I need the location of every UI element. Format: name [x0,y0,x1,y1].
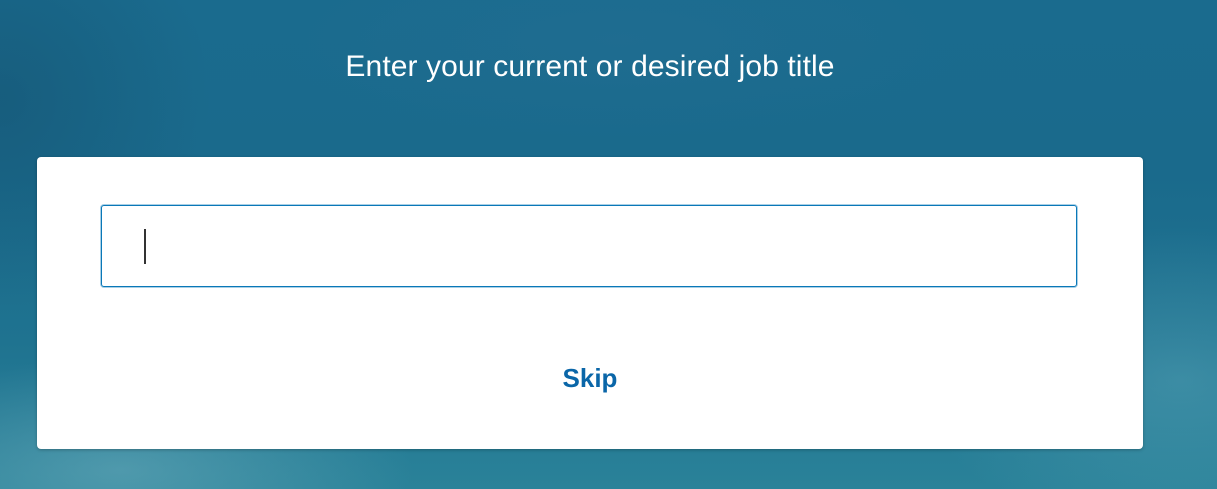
page-headline: Enter your current or desired job title [345,50,835,83]
job-title-input[interactable] [101,205,1077,287]
job-title-field-wrapper [101,205,1079,289]
text-caret [144,229,146,264]
skip-link[interactable]: Skip [37,363,1143,394]
job-title-card: Skip [37,157,1143,449]
